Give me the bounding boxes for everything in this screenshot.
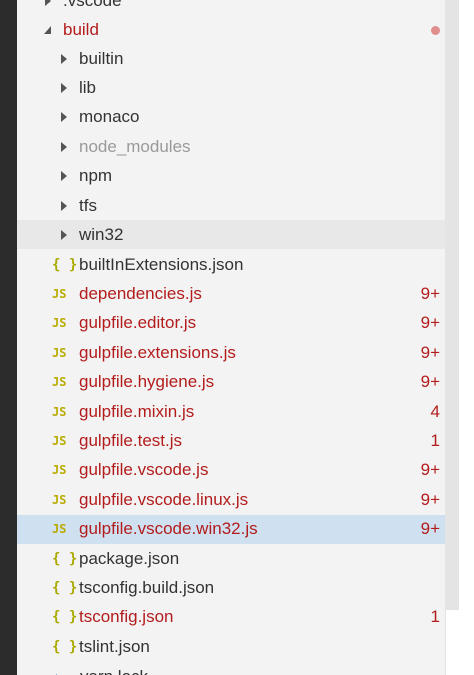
chevron-down-icon xyxy=(41,23,55,37)
js-file-icon: JS xyxy=(52,433,67,448)
tree-item-file[interactable]: JS gulpfile.extensions.js 9+ xyxy=(17,338,445,367)
tree-item-label: builtin xyxy=(79,48,124,68)
js-file-icon: JS xyxy=(52,345,67,360)
chevron-right-icon xyxy=(57,140,71,154)
tree-item-label: dependencies.js xyxy=(79,283,202,303)
js-file-icon: JS xyxy=(52,404,67,419)
tree-item-label: tslint.json xyxy=(79,636,150,656)
json-file-icon: { } xyxy=(52,550,78,567)
tree-item-folder[interactable]: builtin xyxy=(17,44,445,73)
tree-item-file[interactable]: JS gulpfile.hygiene.js 9+ xyxy=(17,368,445,397)
tree-item-label: gulpfile.vscode.win32.js xyxy=(79,519,258,539)
chevron-right-icon xyxy=(57,110,71,124)
tree-item-label: gulpfile.vscode.linux.js xyxy=(79,489,249,509)
tree-item-label: gulpfile.editor.js xyxy=(79,313,197,333)
tree-item-folder[interactable]: monaco xyxy=(17,103,445,132)
chevron-right-icon xyxy=(57,81,71,95)
scrollbar-thumb[interactable] xyxy=(445,0,459,610)
tree-item-folder[interactable]: npm xyxy=(17,162,445,191)
tree-item-label: builtInExtensions.json xyxy=(79,254,244,274)
problem-count-badge: 4 xyxy=(430,401,440,421)
tree-item-folder[interactable]: node_modules xyxy=(17,132,445,161)
tree-item-file[interactable]: JS gulpfile.vscode.linux.js 9+ xyxy=(17,485,445,514)
js-file-icon: JS xyxy=(52,522,67,537)
tree-item-label: npm xyxy=(79,166,113,186)
json-file-icon: { } xyxy=(52,638,78,655)
problem-count-badge: 9+ xyxy=(420,342,440,362)
tree-item-file[interactable]: JS gulpfile.editor.js 9+ xyxy=(17,309,445,338)
chevron-right-icon xyxy=(57,199,71,213)
tree-item-label: tsconfig.json xyxy=(79,607,174,627)
js-file-icon: JS xyxy=(52,316,67,331)
js-file-icon: JS xyxy=(52,463,67,478)
tree-item-file[interactable]: JS gulpfile.vscode.js 9+ xyxy=(17,456,445,485)
tree-item-label: tsconfig.build.json xyxy=(79,577,215,597)
tree-item-label: gulpfile.test.js xyxy=(79,430,182,450)
tree-item-file[interactable]: JS gulpfile.test.js 1 xyxy=(17,426,445,455)
tree-item-folder[interactable]: tfs xyxy=(17,191,445,220)
tree-item-label: build xyxy=(63,19,99,39)
tree-item-file[interactable]: { } builtInExtensions.json xyxy=(17,250,445,279)
problem-count-badge: 9+ xyxy=(420,283,440,303)
activity-bar xyxy=(0,0,17,675)
tree-item-label: .vscode xyxy=(63,0,122,10)
tree-item-label: node_modules xyxy=(79,136,191,156)
explorer-tree: .vscode build builtin lib monaco node_modul… xyxy=(17,0,445,675)
tree-item-label: lib xyxy=(79,77,97,97)
tree-item-file[interactable]: { } tsconfig.json 1 xyxy=(17,603,445,632)
tree-item-file[interactable]: JS gulpfile.mixin.js 4 xyxy=(17,397,445,426)
problem-count-badge: 9+ xyxy=(420,489,440,509)
tree-item-label: monaco xyxy=(79,107,140,127)
chevron-right-icon xyxy=(57,52,71,66)
problem-count-badge: 1 xyxy=(430,430,440,450)
chevron-right-icon xyxy=(41,0,55,8)
problem-count-badge: 1 xyxy=(430,607,440,627)
tree-item-label: yarn.lock xyxy=(80,667,148,675)
tree-item-file[interactable]: { } tslint.json xyxy=(17,632,445,661)
json-file-icon: { } xyxy=(52,579,78,596)
tree-item-label: win32 xyxy=(79,224,124,244)
json-file-icon: { } xyxy=(52,256,78,273)
tree-item-label: package.json xyxy=(79,548,180,568)
tree-item-file[interactable]: JS gulpfile.vscode.win32.js 9+ xyxy=(17,514,445,544)
tree-item-folder[interactable]: lib xyxy=(17,73,445,102)
tree-item-file[interactable]: { } tsconfig.build.json xyxy=(17,573,445,602)
file-icon: ◆ xyxy=(53,670,71,675)
js-file-icon: JS xyxy=(52,286,67,301)
tree-item-folder[interactable]: win32 xyxy=(17,220,445,250)
tree-item-label: gulpfile.mixin.js xyxy=(79,401,195,421)
problem-count-badge: 9+ xyxy=(420,372,440,392)
problem-count-badge: 9+ xyxy=(420,519,440,539)
tree-item-label: tfs xyxy=(79,195,97,215)
tree-item-vscode-folder[interactable]: .vscode xyxy=(17,0,445,15)
tree-item-label: gulpfile.hygiene.js xyxy=(79,372,215,392)
chevron-right-icon xyxy=(57,169,71,183)
problem-count-badge: 9+ xyxy=(420,313,440,333)
problem-count-badge: 9+ xyxy=(420,460,440,480)
tree-item-file[interactable]: { } package.json xyxy=(17,544,445,573)
tree-item-build-folder[interactable]: build xyxy=(17,15,445,44)
js-file-icon: JS xyxy=(52,492,67,507)
problem-dot-icon xyxy=(431,26,440,35)
tree-item-yarn-lock[interactable]: ◆ yarn.lock xyxy=(17,662,445,675)
js-file-icon: JS xyxy=(52,375,67,390)
tree-item-file[interactable]: JS dependencies.js 9+ xyxy=(17,279,445,308)
tree-item-label: gulpfile.vscode.js xyxy=(79,460,209,480)
json-file-icon: { } xyxy=(52,609,78,626)
tree-item-label: gulpfile.extensions.js xyxy=(79,342,236,362)
chevron-right-icon xyxy=(57,228,71,242)
